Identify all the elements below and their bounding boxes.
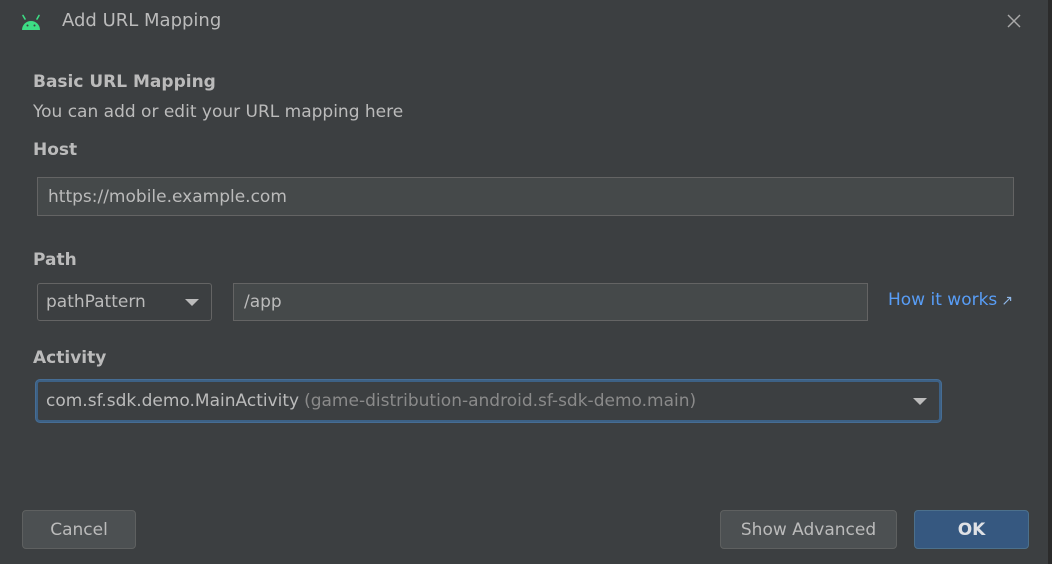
- path-type-dropdown[interactable]: pathPattern: [37, 283, 212, 321]
- cancel-button[interactable]: Cancel: [22, 510, 136, 549]
- activity-label: Activity: [33, 348, 107, 368]
- android-icon: [22, 14, 40, 30]
- path-type-selected: pathPattern: [46, 292, 146, 312]
- show-advanced-button-label: Show Advanced: [740, 519, 877, 540]
- path-input[interactable]: /app: [233, 283, 868, 321]
- activity-selected-class: com.sf.sdk.demo.MainActivity: [46, 391, 300, 411]
- chevron-down-icon: [185, 299, 199, 306]
- ok-button[interactable]: OK: [914, 510, 1029, 549]
- path-input-value: /app: [244, 292, 282, 312]
- host-input[interactable]: https://mobile.example.com: [37, 177, 1014, 216]
- section-heading: Basic URL Mapping: [33, 72, 216, 92]
- chevron-down-icon: [913, 398, 927, 405]
- window-edge: [1048, 0, 1052, 564]
- how-it-works-link[interactable]: How it works ↗: [888, 290, 1013, 310]
- section-description: You can add or edit your URL mapping her…: [33, 102, 404, 122]
- activity-dropdown[interactable]: com.sf.sdk.demo.MainActivity (game-distr…: [36, 380, 941, 422]
- path-label: Path: [33, 250, 77, 270]
- host-label: Host: [33, 140, 78, 160]
- close-button[interactable]: [1000, 8, 1028, 34]
- cancel-button-label: Cancel: [50, 519, 108, 540]
- show-advanced-button[interactable]: Show Advanced: [720, 510, 897, 549]
- how-it-works-label: How it works: [888, 290, 998, 310]
- activity-selected-module: (game-distribution-android.sf-sdk-demo.m…: [304, 391, 697, 411]
- host-input-value: https://mobile.example.com: [48, 186, 287, 207]
- add-url-mapping-dialog: Add URL Mapping Basic URL Mapping You ca…: [0, 0, 1050, 564]
- close-icon: [1007, 14, 1021, 28]
- external-link-arrow-icon: ↗: [1001, 293, 1014, 309]
- ok-button-label: OK: [957, 519, 986, 540]
- dialog-title: Add URL Mapping: [62, 10, 222, 31]
- title-bar: Add URL Mapping: [0, 0, 1048, 44]
